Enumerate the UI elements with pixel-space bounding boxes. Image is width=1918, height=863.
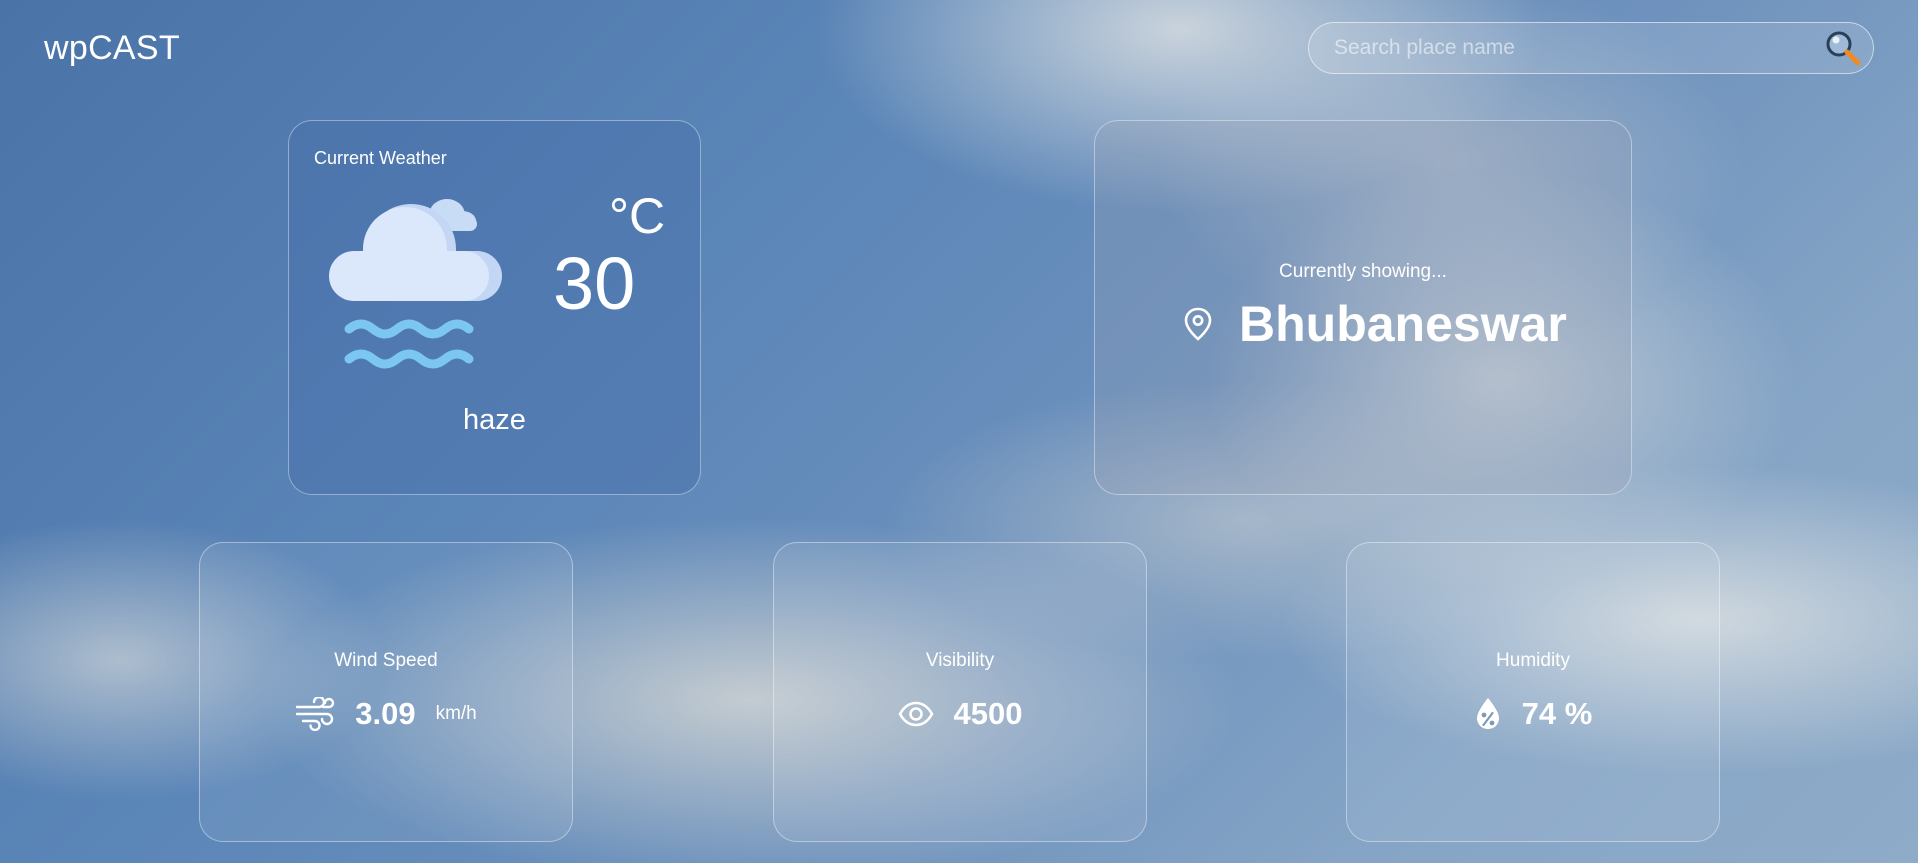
currently-showing-label: Currently showing...: [1279, 261, 1447, 282]
humidity-row: 74 %: [1347, 696, 1719, 732]
place-name: Bhubaneswar: [1239, 296, 1567, 352]
wind-speed-label: Wind Speed: [334, 650, 438, 671]
wind-speed-row: 3.09 km/h: [200, 696, 572, 732]
wind-speed-value: 3.09: [355, 696, 416, 731]
location-row: Bhubaneswar: [1183, 295, 1567, 353]
location-card: Currently showing... Bhubaneswar: [1094, 120, 1632, 495]
current-weather-title: Current Weather: [314, 148, 447, 168]
visibility-row: 4500: [774, 696, 1146, 732]
humidity-value: 74 %: [1521, 696, 1593, 731]
search-input[interactable]: [1309, 23, 1813, 73]
visibility-label: Visibility: [925, 650, 995, 671]
current-weather-card: Current Weather 30 °C haze: [288, 120, 701, 495]
humidity-card: Humidity 74 %: [1346, 542, 1720, 842]
visibility-value: 4500: [953, 696, 1023, 731]
eye-icon: [898, 701, 934, 727]
humidity-drop-icon: [1474, 697, 1502, 731]
wind-speed-unit: km/h: [435, 703, 477, 724]
wind-icon: [295, 697, 335, 731]
weather-condition-label: haze: [463, 404, 526, 436]
haze-icon: [329, 191, 509, 381]
wind-speed-card: Wind Speed 3.09 km/h: [199, 542, 573, 842]
weather-condition: haze: [289, 404, 700, 437]
temperature-unit: °C: [609, 188, 666, 244]
search-icon: [1826, 31, 1861, 66]
search-button[interactable]: [1813, 23, 1873, 73]
humidity-label: Humidity: [1496, 650, 1570, 671]
visibility-card: Visibility 4500: [773, 542, 1147, 842]
temperature-value: 30: [553, 242, 636, 325]
app-logo[interactable]: wpCAST: [44, 29, 180, 68]
location-pin-icon: [1184, 307, 1212, 341]
search-bar: [1308, 22, 1874, 74]
